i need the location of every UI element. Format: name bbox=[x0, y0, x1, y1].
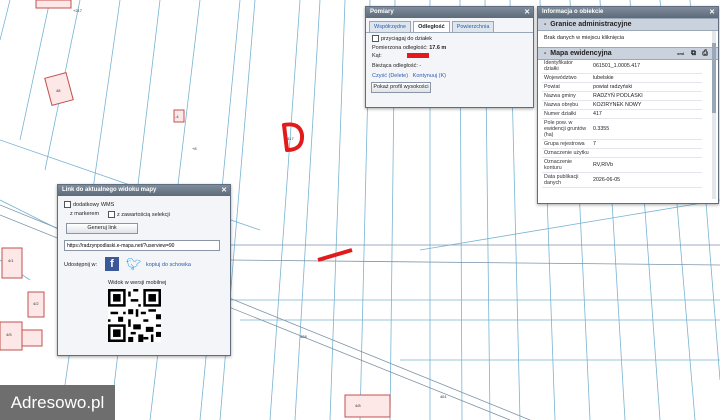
object-info-window: Informacja o obiekcie ✕ - Granice admini… bbox=[537, 6, 719, 204]
table-row: Data publikacji danych 2026-06-05 bbox=[542, 173, 702, 188]
print-icon[interactable]: ⎙ bbox=[702, 48, 708, 59]
no-data-text: Brak danych w miejscu kliknięcia bbox=[544, 35, 625, 41]
current-distance-row: Bieżąca odległość: - bbox=[372, 63, 422, 69]
measured-distance-value: 17.6 m bbox=[429, 45, 447, 51]
svg-text:48: 48 bbox=[56, 88, 61, 93]
copy-to-clipboard-link[interactable]: kopiuj do schowka bbox=[146, 262, 191, 268]
table-row: Nazwa gminy RADZYŃ PODLASKI bbox=[542, 92, 702, 101]
svg-text:461: 461 bbox=[440, 394, 447, 399]
measurement-window-title: Pomiary ✕ bbox=[366, 7, 533, 18]
selection-option[interactable]: z zawartością selekcji bbox=[108, 211, 170, 218]
snap-checkbox[interactable] bbox=[372, 35, 379, 42]
generate-link-button[interactable]: Generuj link bbox=[66, 223, 138, 234]
svg-text:4/8: 4/8 bbox=[355, 403, 361, 408]
object-info-title: Informacja o obiekcie ✕ bbox=[538, 7, 718, 18]
angle-redaction bbox=[407, 53, 430, 59]
height-profile-button[interactable]: Pokaż profil wysokości bbox=[371, 82, 431, 93]
table-row: Województwo lubelskie bbox=[542, 74, 702, 83]
measurement-tabs: Współrzędne Odległość Powierzchnia bbox=[366, 18, 533, 33]
parcel-attributes-table: Identyfikator działki 061501_1.0005.417 W… bbox=[542, 59, 702, 188]
tab-area[interactable]: Powierzchnia bbox=[451, 21, 495, 32]
selection-checkbox[interactable] bbox=[108, 211, 115, 218]
measurement-window: Pomiary ✕ Współrzędne Odległość Powierzc… bbox=[365, 6, 534, 108]
scrollbar-thumb[interactable] bbox=[712, 43, 716, 113]
angle-row: Kąt: bbox=[372, 53, 430, 59]
svg-text:+217: +217 bbox=[73, 8, 83, 13]
share-label: Udostępnij w: bbox=[64, 262, 98, 268]
measured-distance-line bbox=[317, 248, 353, 262]
wms-checkbox[interactable] bbox=[64, 201, 71, 208]
close-icon[interactable]: ✕ bbox=[221, 185, 227, 196]
tab-distance[interactable]: Odległość bbox=[413, 21, 450, 32]
twitter-icon[interactable]: 🐦︎ bbox=[126, 257, 141, 271]
table-row: Numer działki 417 bbox=[542, 110, 702, 119]
continue-link[interactable]: Kontynuuj (K) bbox=[413, 73, 446, 79]
table-row: Identyfikator działki 061501_1.0005.417 bbox=[542, 59, 702, 74]
table-row: Pole pow. w ewidencji gruntów (ha) 0.3355 bbox=[542, 119, 702, 140]
close-icon[interactable]: ✕ bbox=[524, 7, 530, 18]
url-field[interactable] bbox=[64, 240, 220, 251]
svg-text:+8: +8 bbox=[192, 146, 197, 151]
snap-option[interactable]: przyciągaj do działek bbox=[372, 35, 432, 42]
watermark-logo: Adresowo.pl bbox=[0, 385, 115, 420]
table-row: Powiat powiat radzyński bbox=[542, 83, 702, 92]
close-icon[interactable]: ✕ bbox=[709, 7, 715, 18]
copy-icon[interactable]: ⧉ bbox=[691, 48, 696, 59]
collapse-icon[interactable]: - bbox=[544, 21, 546, 28]
svg-text:428: 428 bbox=[300, 334, 307, 339]
svg-text:4/1: 4/1 bbox=[8, 258, 14, 263]
clear-link[interactable]: Czyść (Delete) bbox=[372, 73, 408, 79]
table-row: Oznaczenie konturu RV,RIVb bbox=[542, 158, 702, 173]
svg-text:4/5: 4/5 bbox=[6, 332, 12, 337]
view-link-title: Link do aktualnego widoku mapy ✕ bbox=[58, 185, 230, 196]
facebook-icon[interactable]: f bbox=[105, 257, 119, 271]
svg-text:4/2: 4/2 bbox=[33, 301, 39, 306]
measured-distance-row: Pomierzona odległość: 17.6 m bbox=[372, 45, 447, 51]
measurement-links: Czyść (Delete) Kontynuuj (K) bbox=[372, 73, 446, 79]
qr-code[interactable] bbox=[108, 289, 161, 342]
mobile-view-label: Widok w wersji mobilnej bbox=[108, 280, 167, 286]
svg-text:417: 417 bbox=[287, 136, 294, 141]
xml-icon[interactable]: xml bbox=[677, 48, 684, 59]
table-row: Nazwa obrębu KOZIRYNEK NOWY bbox=[542, 101, 702, 110]
marker-option[interactable]: z markerem bbox=[70, 211, 99, 217]
scrollbar[interactable] bbox=[712, 31, 716, 199]
measurement-markup bbox=[282, 122, 353, 262]
wms-option[interactable]: dodatkowy WMS bbox=[64, 201, 114, 208]
table-row: Oznaczenie użytku bbox=[542, 149, 702, 158]
tab-coordinates[interactable]: Współrzędne bbox=[369, 21, 412, 32]
view-link-window: Link do aktualnego widoku mapy ✕ dodatko… bbox=[57, 184, 231, 356]
table-row: Grupa rejestrowa 7 bbox=[542, 140, 702, 149]
section-admin-boundaries[interactable]: - Granice administracyjne bbox=[538, 18, 718, 31]
collapse-icon[interactable]: - bbox=[544, 50, 546, 57]
